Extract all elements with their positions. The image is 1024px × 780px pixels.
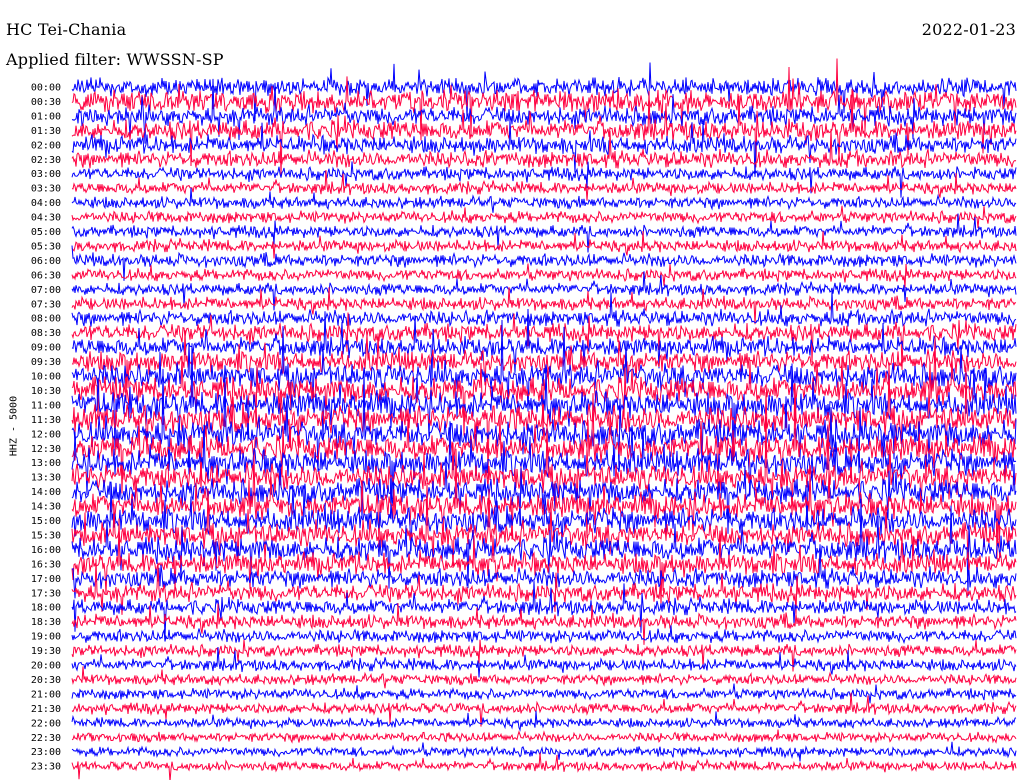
time-tick-label: 23:00 bbox=[31, 747, 61, 758]
time-tick-label: 17:30 bbox=[31, 588, 61, 599]
time-tick-label: 02:00 bbox=[31, 140, 61, 151]
time-tick-label: 21:00 bbox=[31, 689, 61, 700]
time-tick-label: 16:00 bbox=[31, 545, 61, 556]
time-tick-label: 08:00 bbox=[31, 314, 61, 325]
time-tick-label: 12:00 bbox=[31, 429, 61, 440]
time-tick-label: 19:30 bbox=[31, 646, 61, 657]
trace-2330 bbox=[71, 752, 1017, 780]
trace-2200 bbox=[71, 710, 1017, 732]
time-tick-label: 19:00 bbox=[31, 632, 61, 643]
time-tick-label: 01:30 bbox=[31, 126, 61, 137]
time-tick-label: 22:00 bbox=[31, 718, 61, 729]
time-tick-label: 09:30 bbox=[31, 357, 61, 368]
time-tick-label: 11:30 bbox=[31, 415, 61, 426]
time-tick-label: 13:00 bbox=[31, 458, 61, 469]
time-tick-label: 15:30 bbox=[31, 530, 61, 541]
time-tick-label: 03:30 bbox=[31, 184, 61, 195]
time-tick-label: 17:00 bbox=[31, 574, 61, 585]
time-tick-label: 06:30 bbox=[31, 270, 61, 281]
trace-1900 bbox=[71, 625, 1017, 645]
time-tick-label: 10:30 bbox=[31, 386, 61, 397]
time-tick-label: 14:00 bbox=[31, 487, 61, 498]
time-tick-label: 08:30 bbox=[31, 328, 61, 339]
time-tick-label: 20:00 bbox=[31, 661, 61, 672]
trace-0100 bbox=[71, 78, 1017, 144]
time-tick-label: 05:00 bbox=[31, 227, 61, 238]
time-tick-label: 18:00 bbox=[31, 603, 61, 614]
trace-2130 bbox=[71, 692, 1017, 727]
time-tick-label: 06:00 bbox=[31, 256, 61, 267]
time-tick-label: 12:30 bbox=[31, 444, 61, 455]
time-tick-label: 00:00 bbox=[31, 83, 61, 94]
time-tick-label: 14:30 bbox=[31, 502, 61, 513]
time-tick-label: 20:30 bbox=[31, 675, 61, 686]
time-tick-label: 07:30 bbox=[31, 299, 61, 310]
trace-0630 bbox=[71, 263, 1017, 288]
time-tick-label: 21:30 bbox=[31, 704, 61, 715]
trace-2230 bbox=[71, 729, 1017, 744]
trace-2300 bbox=[71, 741, 1017, 762]
trace-1730 bbox=[71, 559, 1017, 615]
time-tick-label: 09:00 bbox=[31, 343, 61, 354]
time-tick-label: 13:30 bbox=[31, 473, 61, 484]
time-tick-label: 04:00 bbox=[31, 198, 61, 209]
time-tick-label: 03:00 bbox=[31, 169, 61, 180]
time-tick-label: 02:30 bbox=[31, 155, 61, 166]
time-tick-label: 15:00 bbox=[31, 516, 61, 527]
trace-2100 bbox=[71, 683, 1017, 704]
time-tick-label: 22:30 bbox=[31, 733, 61, 744]
time-tick-label: 00:30 bbox=[31, 97, 61, 108]
time-tick-label: 16:30 bbox=[31, 559, 61, 570]
time-tick-label: 04:30 bbox=[31, 213, 61, 224]
time-tick-label: 07:00 bbox=[31, 285, 61, 296]
time-tick-label: 11:00 bbox=[31, 400, 61, 411]
time-tick-label: 05:30 bbox=[31, 241, 61, 252]
time-tick-label: 10:00 bbox=[31, 372, 61, 383]
time-tick-label: 23:30 bbox=[31, 762, 61, 773]
helicorder-root: HC Tei-Chania 2022-01-23 Applied filter:… bbox=[0, 0, 1024, 780]
trace-0430 bbox=[71, 205, 1017, 228]
time-tick-label: 18:30 bbox=[31, 617, 61, 628]
time-tick-label: 01:00 bbox=[31, 111, 61, 122]
helicorder-plot: 00:00 00:30 01:00 01:30 02:00 02:30 03:00 03:30… bbox=[31, 58, 1017, 780]
